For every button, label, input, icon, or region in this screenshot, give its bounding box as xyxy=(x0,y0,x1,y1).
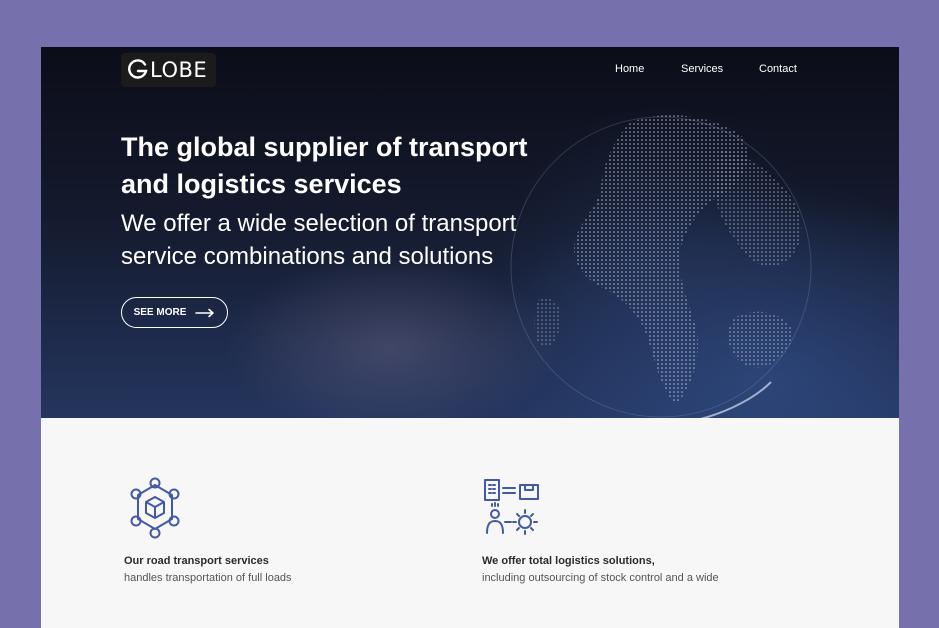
road-transport-title: Our road transport services xyxy=(124,555,269,567)
logistics-solutions-text: including outsourcing of stock control a… xyxy=(482,572,719,584)
network-box-icon xyxy=(130,477,180,539)
hero-subtitle: We offer a wide selection of transport s… xyxy=(121,210,517,270)
logo-g-icon xyxy=(128,59,148,79)
logistics-gear-icon xyxy=(484,479,539,535)
see-more-button[interactable]: SEE MORE xyxy=(121,297,228,328)
hero-section: LOBE Home Services Contact The global su… xyxy=(41,47,899,418)
nav-home-link[interactable]: Home xyxy=(615,63,644,75)
logistics-solutions-title: We offer total logistics solutions, xyxy=(482,555,655,567)
nav-contact-link[interactable]: Contact xyxy=(759,63,797,75)
road-transport-text: handles transportation of full loads xyxy=(124,572,292,584)
see-more-label: SEE MORE xyxy=(133,307,187,318)
logo-text: LOBE xyxy=(150,58,208,82)
hero-title: The global supplier of transport and log… xyxy=(121,132,528,199)
arrow-right-icon xyxy=(195,308,215,317)
globe-logo[interactable]: LOBE xyxy=(121,53,216,87)
nav-services-link[interactable]: Services xyxy=(681,63,723,75)
page-frame: LOBE Home Services Contact The global su… xyxy=(41,47,899,628)
